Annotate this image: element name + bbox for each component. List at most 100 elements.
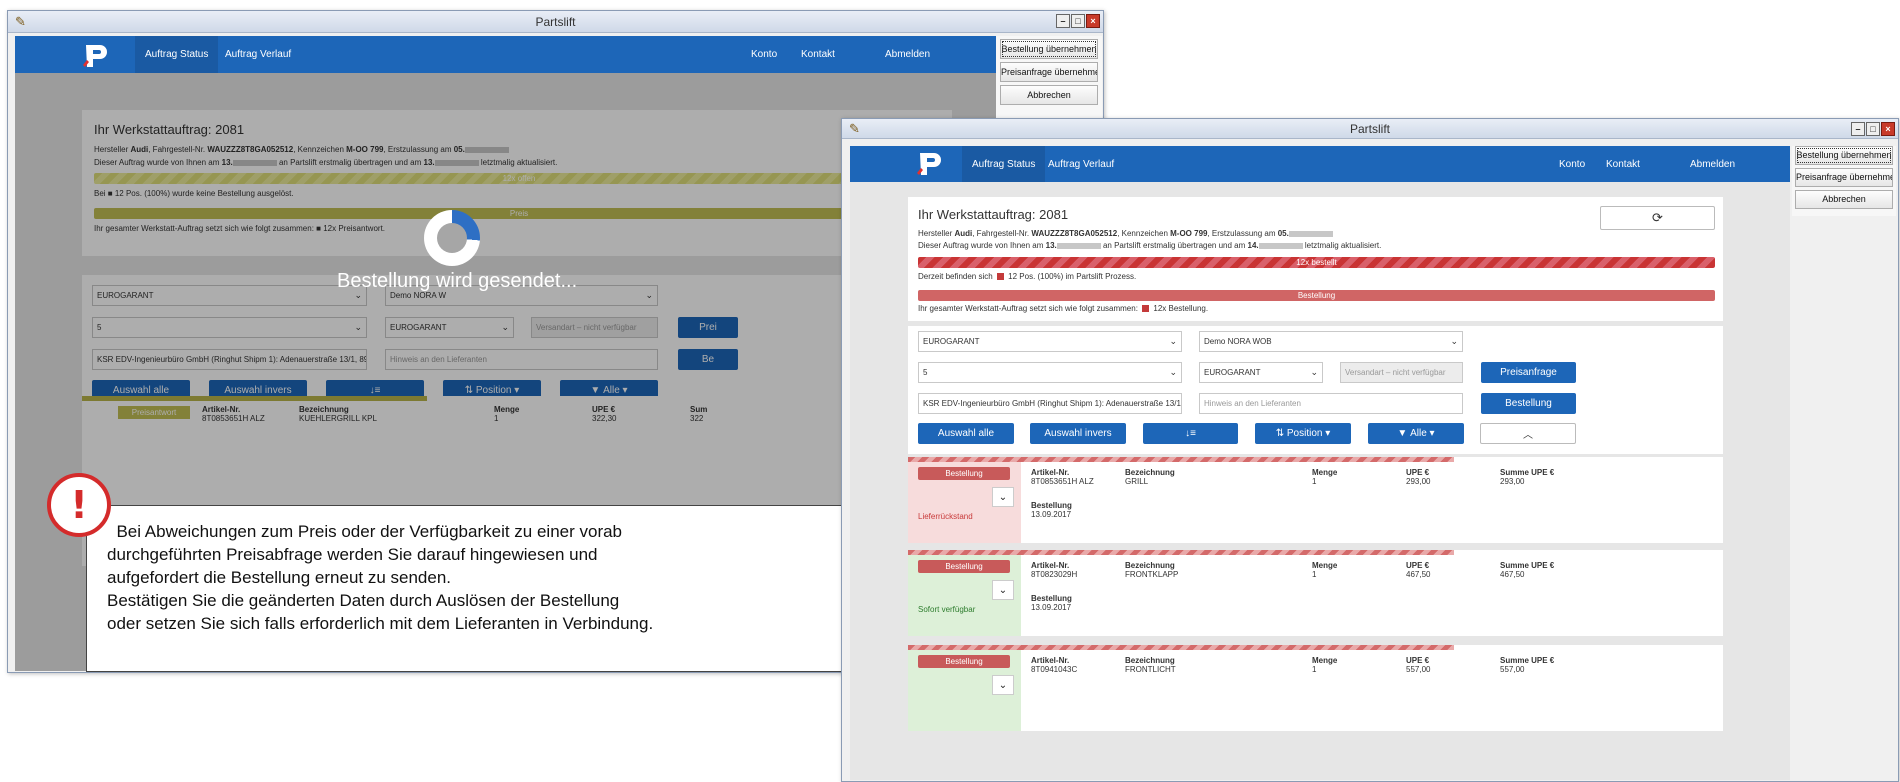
order-status-badge: Bestellung (918, 560, 1010, 573)
front-side-panel: Bestellung übernehmen Preisanfrage übern… (1792, 146, 1896, 216)
callout-line-1: Bei Abweichungen zum Preis oder der Verf… (107, 522, 623, 541)
front-nav: Auftrag Status Auftrag Verlauf Konto Kon… (850, 146, 1790, 182)
front-summary-line: Ihr gesamter Werkstatt-Auftrag setzt sic… (918, 304, 1209, 313)
expand-toggle[interactable]: ⌄ (992, 580, 1014, 600)
front-status-bar: 12x bestellt (918, 257, 1715, 268)
chevron-down-icon: ⌄ (998, 679, 1008, 691)
front-sort-icon-button[interactable]: ↓≡ (1143, 423, 1238, 444)
order-card: Bestellung ⌄ Artikel-Nr. 8T0941043C Bezeichn… (908, 645, 1723, 731)
order-article: Artikel-Nr. 8T0853651H ALZ (1031, 468, 1094, 486)
order-qty: Menge 1 (1312, 656, 1338, 674)
front-window: ✎ Partslift – □ × Auftrag Status Auftrag… (841, 118, 1899, 782)
front-titlebar: ✎ Partslift – □ × (842, 119, 1898, 139)
callout-line-5: oder setzen Sie sich falls erforderlich … (107, 614, 654, 633)
back-nav-abmelden[interactable]: Abmelden (875, 36, 940, 73)
window-controls: – □ × (1056, 14, 1100, 28)
back-nav-konto[interactable]: Konto (741, 36, 787, 73)
order-sum: Summe UPE €293,00 (1500, 468, 1555, 486)
order-article: Artikel-Nr. 8T0941043C (1031, 656, 1078, 674)
preisanfrage-uebernehmen-button[interactable]: Preisanfrage übernehmen (1000, 62, 1098, 82)
back-nav-kontakt[interactable]: Kontakt (791, 36, 845, 73)
order-desc: Bezeichnung GRILL (1125, 468, 1175, 486)
front-preisanfrage-button[interactable]: Preisanfrage (1481, 362, 1576, 383)
front-position-label: Position (1286, 428, 1323, 439)
bestellung-uebernehmen-button[interactable]: Bestellung übernehmen (1000, 39, 1098, 59)
order-upe: UPE €293,00 (1406, 468, 1431, 486)
minimize-icon[interactable]: – (1056, 14, 1070, 28)
preisanfrage-uebernehmen-button[interactable]: Preisanfrage übernehmen (1795, 168, 1893, 187)
order-upe: UPE €557,00 (1406, 656, 1431, 674)
front-supplier-select[interactable]: EUROGARANT ⌄ (918, 331, 1182, 352)
front-order-bar: Bestellung (918, 290, 1715, 301)
front-nav-auftrag-status[interactable]: Auftrag Status (962, 146, 1046, 182)
chevron-down-icon: ⌄ (998, 491, 1008, 503)
order-qty: Menge 1 (1312, 468, 1338, 486)
front-brand-select[interactable]: EUROGARANT ⌄ (1199, 362, 1323, 383)
maximize-icon[interactable]: □ (1071, 14, 1085, 28)
order-date: Bestellung 13.09.2017 (1031, 501, 1072, 519)
close-icon[interactable]: × (1881, 122, 1895, 136)
bestellung-uebernehmen-button[interactable]: Bestellung übernehmen (1795, 146, 1893, 165)
warning-icon: ! (47, 473, 111, 537)
abbrechen-button[interactable]: Abbrechen (1000, 85, 1098, 105)
partslift-logo (83, 45, 107, 67)
partslift-logo (917, 153, 941, 175)
expand-toggle[interactable]: ⌄ (992, 487, 1014, 507)
front-auswahl-alle-button[interactable]: Auswahl alle (918, 423, 1014, 444)
front-summary-card: Ihr Werkstattauftrag: 2081 Hersteller Au… (908, 197, 1723, 321)
order-status-badge: Bestellung (918, 655, 1010, 668)
front-auswahl-invers-button[interactable]: Auswahl invers (1030, 423, 1126, 444)
front-hint-input[interactable]: Hinweis an den Lieferanten (1199, 393, 1463, 414)
order-card: Bestellung ⌄ Lieferrückstand Artikel-Nr. 8T0… (908, 457, 1723, 543)
order-article: Artikel-Nr. 8T0823029H (1031, 561, 1078, 579)
maximize-icon[interactable]: □ (1866, 122, 1880, 136)
front-nav-kontakt[interactable]: Kontakt (1596, 146, 1650, 182)
chevron-down-icon: ⌄ (998, 584, 1008, 596)
front-window-title: Partslift (1349, 122, 1390, 136)
back-nav-auftrag-verlauf[interactable]: Auftrag Verlauf (215, 36, 301, 73)
order-date: Bestellung 13.09.2017 (1031, 594, 1072, 612)
chevron-up-icon: ︿ (1523, 430, 1533, 441)
back-nav: Auftrag Status Auftrag Verlauf Konto Kon… (15, 36, 996, 73)
close-icon[interactable]: × (1086, 14, 1100, 28)
callout-line-3: aufgefordert die Bestellung erneut zu se… (107, 568, 452, 587)
collapse-button[interactable]: ︿ (1480, 423, 1576, 444)
front-form-card: EUROGARANT ⌄ Demo NORA WOB ⌄ 5 ⌄ EUROGARANT… (908, 326, 1723, 454)
abbrechen-button[interactable]: Abbrechen (1795, 190, 1893, 209)
order-sum: Summe UPE €467,50 (1500, 561, 1555, 579)
callout-line-2: durchgeführten Preisabfrage werden Sie d… (107, 545, 598, 564)
order-qty: Menge 1 (1312, 561, 1338, 579)
order-status-badge: Bestellung (918, 467, 1010, 480)
front-bestellung-button[interactable]: Bestellung (1481, 393, 1576, 414)
back-side-panel: Bestellung übernehmen Preisanfrage übern… (996, 36, 1102, 126)
front-alle-label: Alle (1410, 428, 1427, 439)
front-order-meta: Dieser Auftrag wurde von Ihnen am 13. an… (918, 241, 1382, 250)
front-page-title: Ihr Werkstattauftrag: 2081 (918, 207, 1069, 222)
info-callout: Bei Abweichungen zum Preis oder der Verf… (86, 505, 905, 672)
front-position-button[interactable]: ⇅ Position ▾ (1255, 423, 1351, 444)
front-nav-abmelden[interactable]: Abmelden (1680, 146, 1745, 182)
sending-message: Bestellung wird gesendet... (337, 270, 578, 292)
order-sum: Summe UPE €557,00 (1500, 656, 1555, 674)
refresh-button[interactable]: ⟳ (1600, 206, 1715, 230)
front-alle-filter-button[interactable]: ▼ Alle ▾ (1368, 423, 1464, 444)
front-account-select[interactable]: 5 ⌄ (918, 362, 1182, 383)
order-desc: Bezeichnung FRONTKLAPP (1125, 561, 1179, 579)
front-branch-select[interactable]: Demo NORA WOB ⌄ (1199, 331, 1463, 352)
back-nav-auftrag-status[interactable]: Auftrag Status (135, 36, 219, 73)
order-card: Bestellung ⌄ Sofort verfügbar Artikel-Nr. 8T… (908, 550, 1723, 636)
expand-toggle[interactable]: ⌄ (992, 675, 1014, 695)
front-nav-konto[interactable]: Konto (1549, 146, 1595, 182)
order-availability-status: Lieferrückstand (918, 512, 973, 521)
loading-spinner-icon (424, 210, 480, 266)
front-versandart-field: Versandart – nicht verfügbar (1340, 362, 1463, 383)
minimize-icon[interactable]: – (1851, 122, 1865, 136)
front-nav-auftrag-verlauf[interactable]: Auftrag Verlauf (1038, 146, 1124, 182)
front-address-select[interactable]: KSR EDV-Ingenieurbüro GmbH (Ringhut Ship… (918, 393, 1182, 414)
order-availability-status: Sofort verfügbar (918, 605, 976, 614)
order-upe: UPE €467,50 (1406, 561, 1431, 579)
back-titlebar: ✎ Partslift – □ × (8, 11, 1103, 33)
window-controls: – □ × (1851, 122, 1895, 136)
front-status-line: Derzeit befinden sich 12 Pos. (100%) im … (918, 272, 1137, 281)
order-desc: Bezeichnung FRONTLICHT (1125, 656, 1176, 674)
